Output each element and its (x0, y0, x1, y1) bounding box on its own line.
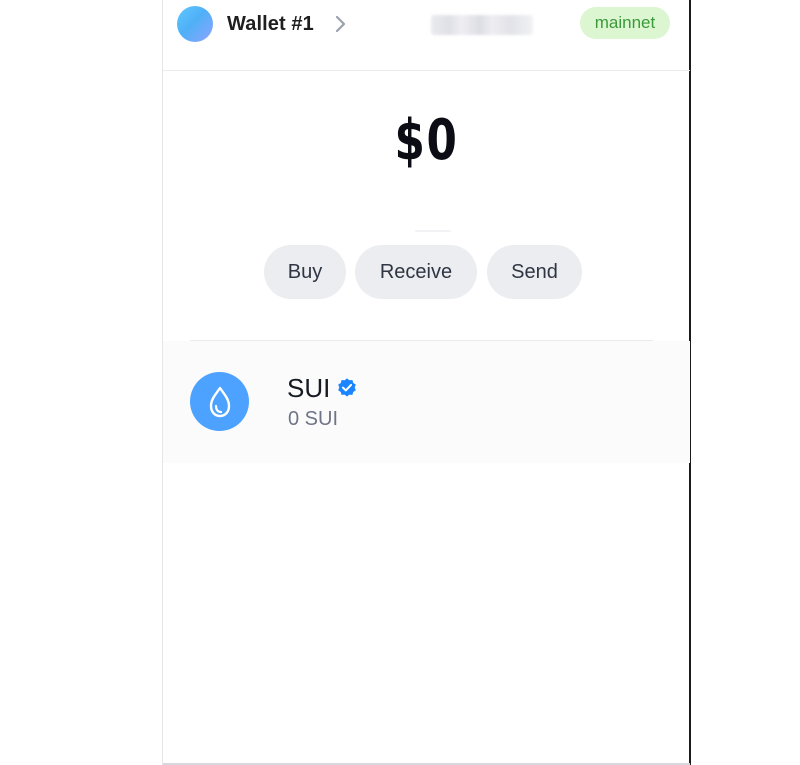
wallet-switcher[interactable]: Wallet #1 (227, 6, 348, 42)
wallet-header: Wallet #1 mainnet (163, 0, 690, 71)
token-row-sui[interactable]: SUI 0 SUI (163, 341, 690, 463)
wallet-panel: Wallet #1 mainnet $0 Buy Receive Send SU… (162, 0, 691, 765)
wallet-address-redacted[interactable] (431, 15, 533, 35)
token-name: SUI (287, 372, 331, 403)
token-name-group: SUI (287, 372, 358, 404)
total-balance: $0 (394, 108, 459, 173)
wallet-actions: Buy Receive Send (163, 245, 690, 299)
verified-badge-icon (338, 378, 357, 397)
chevron-right-icon (335, 15, 345, 33)
token-balance: 0 SUI (288, 408, 339, 430)
buy-button[interactable]: Buy (264, 245, 346, 299)
network-badge[interactable]: mainnet (580, 7, 670, 39)
sui-droplet-icon (190, 372, 249, 431)
balance-divider (415, 230, 451, 232)
wallet-avatar-icon[interactable] (177, 6, 213, 42)
send-button[interactable]: Send (487, 245, 582, 299)
receive-button[interactable]: Receive (355, 245, 477, 299)
app-canvas: Wallet #1 mainnet $0 Buy Receive Send SU… (0, 0, 800, 765)
wallet-name: Wallet #1 (227, 12, 314, 35)
